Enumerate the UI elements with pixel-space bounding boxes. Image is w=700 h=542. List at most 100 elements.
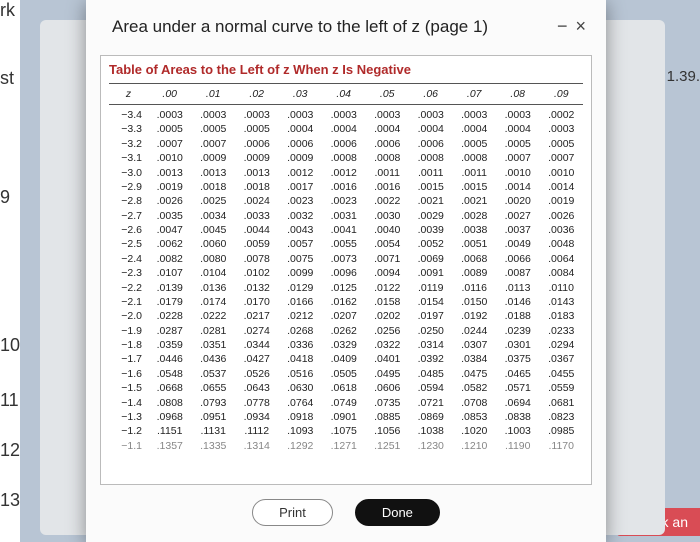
- table-row: −1.1.1357.1335.1314.1292.1271.1251.1230.…: [109, 438, 583, 452]
- table-row: −1.3.0968.0951.0934.0918.0901.0885.0869.…: [109, 410, 583, 424]
- col-header: .05: [365, 84, 409, 105]
- table-cell: .0024: [235, 194, 279, 208]
- col-header: .09: [539, 84, 583, 105]
- table-cell: .0951: [191, 410, 235, 424]
- table-title: Table of Areas to the Left of z When z I…: [109, 62, 583, 77]
- table-cell: .0078: [235, 252, 279, 266]
- close-icon[interactable]: ×: [575, 16, 586, 37]
- table-cell: .0004: [365, 122, 409, 136]
- table-cell: .0025: [191, 194, 235, 208]
- table-cell: −2.7: [109, 208, 148, 222]
- table-cell: .0006: [278, 137, 322, 151]
- table-cell: .0011: [409, 165, 453, 179]
- table-cell: −2.3: [109, 266, 148, 280]
- table-cell: .1151: [148, 424, 192, 438]
- table-cell: .0005: [452, 137, 496, 151]
- table-cell: .0116: [452, 280, 496, 294]
- minimize-icon[interactable]: −: [557, 16, 568, 37]
- table-cell: .0655: [191, 381, 235, 395]
- table-cell: .0749: [322, 395, 366, 409]
- table-cell: .0764: [278, 395, 322, 409]
- table-cell: .1003: [496, 424, 540, 438]
- table-cell: −2.6: [109, 223, 148, 237]
- table-cell: .0244: [452, 323, 496, 337]
- table-cell: .0170: [235, 295, 279, 309]
- table-cell: .0013: [191, 165, 235, 179]
- modal-footer: Print Done: [86, 485, 606, 542]
- table-cell: .0038: [452, 223, 496, 237]
- table-cell: .0174: [191, 295, 235, 309]
- table-cell: .0036: [539, 223, 583, 237]
- table-cell: .0197: [409, 309, 453, 323]
- table-cell: .0006: [365, 137, 409, 151]
- table-cell: .0668: [148, 381, 192, 395]
- print-button[interactable]: Print: [252, 499, 333, 526]
- table-cell: .0537: [191, 367, 235, 381]
- table-cell: .1170: [539, 438, 583, 452]
- table-cell: .0006: [235, 137, 279, 151]
- table-cell: .0008: [409, 151, 453, 165]
- table-cell: .0049: [496, 237, 540, 251]
- table-cell: .0016: [322, 180, 366, 194]
- table-cell: .0096: [322, 266, 366, 280]
- table-cell: .0427: [235, 352, 279, 366]
- table-cell: .0322: [365, 338, 409, 352]
- table-cell: .0485: [409, 367, 453, 381]
- table-cell: .0281: [191, 323, 235, 337]
- table-cell: .0150: [452, 295, 496, 309]
- table-cell: .0023: [278, 194, 322, 208]
- left-label: 12: [0, 440, 20, 461]
- table-cell: .1038: [409, 424, 453, 438]
- table-cell: .0735: [365, 395, 409, 409]
- table-cell: .0005: [235, 122, 279, 136]
- table-row: −2.6.0047.0045.0044.0043.0041.0040.0039.…: [109, 223, 583, 237]
- table-cell: .1075: [322, 424, 366, 438]
- table-cell: .0003: [365, 105, 409, 123]
- table-cell: −3.0: [109, 165, 148, 179]
- table-cell: .0020: [496, 194, 540, 208]
- done-button[interactable]: Done: [355, 499, 440, 526]
- table-cell: .0005: [496, 137, 540, 151]
- table-cell: .0985: [539, 424, 583, 438]
- table-cell: .1112: [235, 424, 279, 438]
- table-cell: .0446: [148, 352, 192, 366]
- table-cell: .0043: [278, 223, 322, 237]
- table-cell: .0643: [235, 381, 279, 395]
- table-cell: .0359: [148, 338, 192, 352]
- table-cell: .0052: [409, 237, 453, 251]
- table-cell: .0212: [278, 309, 322, 323]
- table-cell: .0179: [148, 295, 192, 309]
- table-cell: .0026: [148, 194, 192, 208]
- table-cell: .0016: [365, 180, 409, 194]
- table-cell: .1230: [409, 438, 453, 452]
- col-header: .00: [148, 84, 192, 105]
- table-cell: .0026: [539, 208, 583, 222]
- table-cell: .0006: [322, 137, 366, 151]
- table-cell: .0375: [496, 352, 540, 366]
- table-row: −1.7.0446.0436.0427.0418.0409.0401.0392.…: [109, 352, 583, 366]
- table-cell: .0217: [235, 309, 279, 323]
- table-cell: .0003: [496, 105, 540, 123]
- table-cell: .0143: [539, 295, 583, 309]
- table-cell: .0823: [539, 410, 583, 424]
- table-cell: .0003: [322, 105, 366, 123]
- table-cell: .0010: [496, 165, 540, 179]
- table-cell: .0287: [148, 323, 192, 337]
- table-cell: .0222: [191, 309, 235, 323]
- table-cell: .0071: [365, 252, 409, 266]
- table-cell: .0009: [191, 151, 235, 165]
- table-cell: .0021: [452, 194, 496, 208]
- z-table-modal: Area under a normal curve to the left of…: [86, 0, 606, 542]
- table-cell: .0495: [365, 367, 409, 381]
- table-cell: .0129: [278, 280, 322, 294]
- table-cell: −2.2: [109, 280, 148, 294]
- table-cell: .0011: [365, 165, 409, 179]
- z-table: z.00.01.02.03.04.05.06.07.08.09 −3.4.000…: [109, 83, 583, 453]
- table-row: −1.6.0548.0537.0526.0516.0505.0495.0485.…: [109, 367, 583, 381]
- table-cell: .0401: [365, 352, 409, 366]
- table-cell: .0055: [322, 237, 366, 251]
- table-cell: −1.8: [109, 338, 148, 352]
- table-cell: .0008: [322, 151, 366, 165]
- modal-title: Area under a normal curve to the left of…: [112, 17, 488, 37]
- table-container: Table of Areas to the Left of z When z I…: [100, 55, 592, 485]
